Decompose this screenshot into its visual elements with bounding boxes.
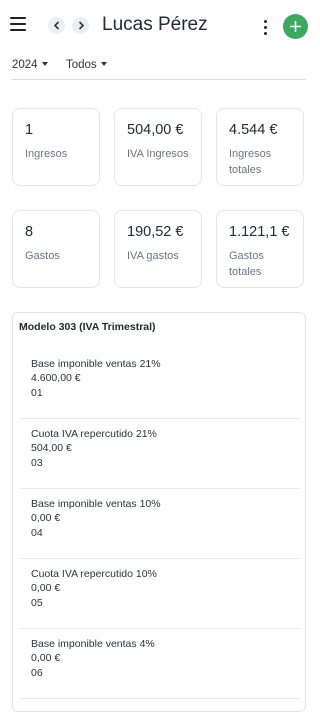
item-name: Cuota IVA repercutido 10% <box>31 568 157 580</box>
modelo-303-panel: Modelo 303 (IVA Trimestral) Base imponib… <box>12 312 306 712</box>
item-amount: 0,00 € <box>31 512 61 524</box>
type-dropdown[interactable]: Todos <box>66 59 107 71</box>
card-label: Ingresos totales <box>229 148 272 176</box>
card-ingresos[interactable]: 1 Ingresos <box>12 108 100 186</box>
card-label: Ingresos <box>25 148 68 160</box>
app-header: Lucas Pérez <box>0 0 318 52</box>
year-dropdown-label: 2024 <box>12 59 38 71</box>
item-code: 04 <box>31 527 43 539</box>
item-name: Base imponible ventas 10% <box>31 498 161 510</box>
item-code: 03 <box>31 457 43 469</box>
item-code: 01 <box>31 387 43 399</box>
plus-icon <box>290 21 301 32</box>
more-vertical-icon[interactable] <box>259 18 271 36</box>
filter-bar: 2024 Todos <box>12 57 306 80</box>
add-button[interactable] <box>283 14 308 39</box>
card-value: 1.121,1 € <box>229 224 290 240</box>
page-title: Lucas Pérez <box>102 14 208 35</box>
caret-down-icon <box>100 62 107 66</box>
previous-button[interactable] <box>48 17 65 34</box>
list-item[interactable]: Cuota IVA repercutido 10% 0,00 € 05 <box>20 559 300 629</box>
chevron-right-icon <box>78 21 84 30</box>
card-value: 4.544 € <box>229 122 278 138</box>
card-gastos-totales[interactable]: 1.121,1 € Gastos totales <box>216 210 304 288</box>
item-amount: 504,00 € <box>31 442 72 454</box>
list-item[interactable]: Base imponible ventas 10% 0,00 € 04 <box>20 489 300 559</box>
card-value: 8 <box>25 224 34 240</box>
next-button[interactable] <box>72 17 89 34</box>
item-name: Cuota IVA repercutido 21% <box>31 428 157 440</box>
caret-down-icon <box>41 62 48 66</box>
item-code: 05 <box>31 597 43 609</box>
chevron-left-icon <box>53 21 59 30</box>
card-value: 1 <box>25 122 34 138</box>
card-value: 190,52 € <box>127 224 184 240</box>
card-label: IVA Ingresos <box>127 148 189 160</box>
item-name: Base imponible ventas 21% <box>31 358 161 370</box>
hamburger-menu-icon[interactable] <box>10 17 26 31</box>
card-gastos[interactable]: 8 Gastos <box>12 210 100 288</box>
card-value: 504,00 € <box>127 122 184 138</box>
card-iva-ingresos[interactable]: 504,00 € IVA Ingresos <box>114 108 202 186</box>
panel-title: Modelo 303 (IVA Trimestral) <box>19 321 156 333</box>
type-dropdown-label: Todos <box>66 59 97 71</box>
card-ingresos-totales[interactable]: 4.544 € Ingresos totales <box>216 108 304 186</box>
list-item[interactable]: Cuota IVA repercutido 21% 504,00 € 03 <box>20 419 300 489</box>
item-amount: 0,00 € <box>31 582 61 594</box>
item-amount: 4.600,00 € <box>31 372 81 384</box>
item-amount: 0,00 € <box>31 652 61 664</box>
card-iva-gastos[interactable]: 190,52 € IVA gastos <box>114 210 202 288</box>
list-item[interactable]: Base imponible ventas 21% 4.600,00 € 01 <box>20 349 300 419</box>
card-label: Gastos <box>25 250 60 262</box>
card-label: Gastos totales <box>229 250 264 278</box>
item-code: 06 <box>31 667 43 679</box>
card-label: IVA gastos <box>127 250 179 262</box>
item-name: Base imponible ventas 4% <box>31 638 155 650</box>
year-dropdown[interactable]: 2024 <box>12 59 48 71</box>
